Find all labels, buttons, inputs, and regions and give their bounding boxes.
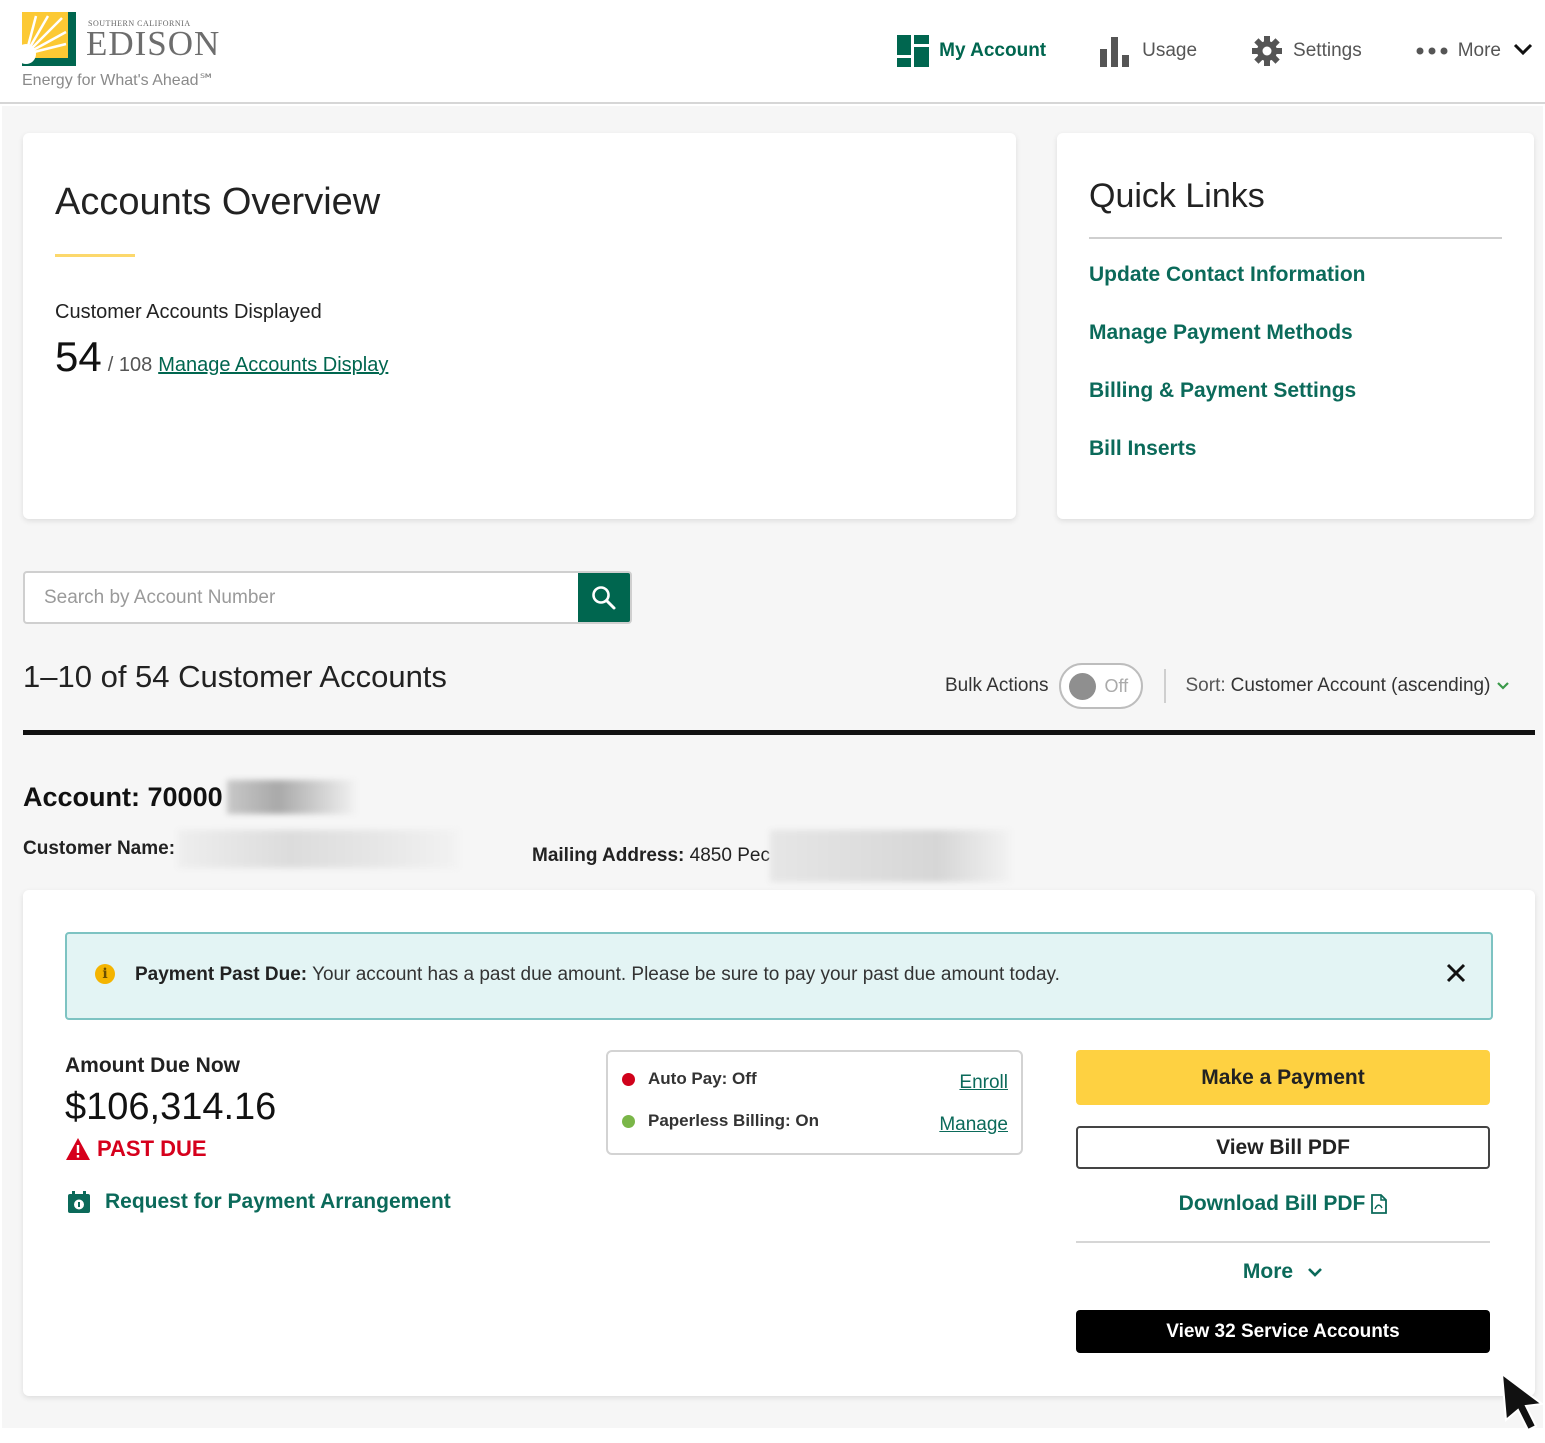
main-content: Accounts Overview Customer Accounts Disp… bbox=[2, 106, 1543, 1428]
mouse-cursor-icon bbox=[1500, 1372, 1545, 1432]
redacted-mailing-address bbox=[769, 830, 1010, 882]
nav-label: Usage bbox=[1142, 40, 1198, 61]
payment-arrangement-label: Request for Payment Arrangement bbox=[105, 1190, 451, 1213]
accounts-displayed-count: 54 bbox=[55, 333, 102, 380]
page-title: Accounts Overview bbox=[55, 181, 381, 223]
alert-message: Your account has a past due amount. Plea… bbox=[312, 964, 1060, 985]
accounts-displayed-row: 54 / 108 Manage Accounts Display bbox=[55, 333, 388, 381]
accounts-total: / 108 bbox=[107, 354, 153, 376]
logo-tagline: Energy for What's Ahead℠ bbox=[22, 72, 215, 89]
close-icon bbox=[1446, 963, 1466, 983]
paperless-status: Paperless Billing: On bbox=[622, 1111, 819, 1131]
quick-links-list: Update Contact Information Manage Paymen… bbox=[1089, 263, 1366, 495]
autopay-label: Auto Pay: Off bbox=[648, 1069, 757, 1088]
manage-accounts-display-link[interactable]: Manage Accounts Display bbox=[158, 354, 388, 377]
customer-name-row: Customer Name: bbox=[23, 830, 459, 868]
account-status-box: Auto Pay: Off Enroll Paperless Billing: … bbox=[606, 1050, 1023, 1155]
info-icon: i bbox=[95, 964, 115, 984]
bulk-actions-label: Bulk Actions bbox=[945, 675, 1049, 696]
customer-name-label: Customer Name: bbox=[23, 838, 176, 859]
accounts-displayed-label: Customer Accounts Displayed bbox=[55, 301, 322, 323]
view-bill-pdf-button[interactable]: View Bill PDF bbox=[1076, 1126, 1490, 1169]
sort-value: Customer Account (ascending) bbox=[1230, 675, 1491, 696]
payment-arrangement-link[interactable]: Request for Payment Arrangement bbox=[67, 1190, 451, 1214]
quick-link-update-contact[interactable]: Update Contact Information bbox=[1089, 263, 1366, 287]
sort-label: Sort: bbox=[1185, 675, 1226, 696]
bar-chart-icon bbox=[1100, 35, 1132, 67]
account-search bbox=[23, 571, 632, 624]
actions-divider bbox=[1076, 1241, 1490, 1243]
pdf-file-icon bbox=[1371, 1194, 1388, 1214]
make-payment-button[interactable]: Make a Payment bbox=[1076, 1050, 1490, 1105]
more-actions-toggle[interactable]: More bbox=[1076, 1260, 1490, 1284]
more-label: More bbox=[1242, 1260, 1294, 1283]
accounts-overview-card: Accounts Overview Customer Accounts Disp… bbox=[23, 133, 1016, 519]
title-accent-rule bbox=[55, 254, 135, 257]
quick-link-manage-payment-methods[interactable]: Manage Payment Methods bbox=[1089, 321, 1366, 345]
chevron-down-icon bbox=[1496, 675, 1510, 697]
quick-link-bill-inserts[interactable]: Bill Inserts bbox=[1089, 437, 1366, 461]
alert-title: Payment Past Due: bbox=[135, 964, 308, 985]
dashboard-icon bbox=[897, 35, 930, 67]
nav-my-account[interactable]: My Account bbox=[897, 35, 1046, 67]
bulk-actions-toggle[interactable]: Off bbox=[1058, 663, 1143, 709]
account-search-input[interactable] bbox=[25, 573, 580, 622]
account-card: i Payment Past Due: Your account has a p… bbox=[23, 890, 1535, 1396]
account-number: 70000 bbox=[147, 781, 223, 812]
account-number-heading: Account: 70000 bbox=[23, 780, 355, 814]
gear-icon bbox=[1251, 35, 1283, 67]
mailing-address-value: 4850 Pec bbox=[689, 845, 770, 866]
paperless-manage-link[interactable]: Manage bbox=[939, 1114, 1008, 1136]
nav-more[interactable]: More bbox=[1416, 40, 1533, 62]
search-icon bbox=[592, 585, 616, 609]
nav-label: My Account bbox=[939, 40, 1047, 61]
search-button[interactable] bbox=[578, 573, 630, 622]
controls-divider bbox=[1163, 669, 1166, 703]
amount-due-value: $106,314.16 bbox=[65, 1086, 277, 1128]
past-due-label: PAST DUE bbox=[97, 1136, 207, 1161]
paperless-on-indicator bbox=[622, 1114, 635, 1128]
list-controls: Bulk Actions Off Sort: Customer Account … bbox=[945, 663, 1510, 709]
past-due-status: PAST DUE bbox=[65, 1136, 207, 1162]
alert-close-button[interactable] bbox=[1445, 962, 1467, 989]
warning-icon bbox=[66, 1138, 90, 1160]
nav-usage[interactable]: Usage bbox=[1100, 35, 1197, 67]
toggle-state-label: Off bbox=[1104, 676, 1129, 696]
calendar-icon bbox=[68, 1191, 90, 1213]
main-nav: My Account Usage Settings More bbox=[843, 30, 1533, 72]
logo-brand-text: EDISON bbox=[86, 24, 221, 63]
sce-logo[interactable]: SOUTHERN CALIFORNIA EDISON Energy for Wh… bbox=[22, 12, 232, 92]
download-bill-pdf-link[interactable]: Download Bill PDF bbox=[1076, 1192, 1490, 1216]
sort-dropdown[interactable]: Sort: Customer Account (ascending) bbox=[1186, 675, 1511, 697]
toggle-knob bbox=[1068, 673, 1096, 700]
mailing-address-label: Mailing Address: bbox=[532, 845, 685, 866]
alert-text: Payment Past Due: Your account has a pas… bbox=[135, 964, 1060, 986]
chevron-down-icon bbox=[1513, 40, 1533, 62]
quick-links-card: Quick Links Update Contact Information M… bbox=[1057, 133, 1534, 519]
nav-settings[interactable]: Settings bbox=[1251, 35, 1362, 67]
past-due-alert: i Payment Past Due: Your account has a p… bbox=[65, 932, 1493, 1020]
autopay-status: Auto Pay: Off bbox=[622, 1069, 757, 1089]
autopay-enroll-link[interactable]: Enroll bbox=[959, 1072, 1008, 1094]
sun-logo-icon bbox=[22, 12, 76, 66]
view-service-accounts-button[interactable]: View 32 Service Accounts bbox=[1076, 1310, 1490, 1353]
more-dots-icon bbox=[1416, 46, 1448, 56]
amount-due-label: Amount Due Now bbox=[65, 1054, 240, 1077]
account-number-label: Account: bbox=[23, 781, 140, 812]
quick-links-divider bbox=[1089, 237, 1502, 239]
autopay-off-indicator bbox=[622, 1072, 635, 1086]
quick-links-title: Quick Links bbox=[1089, 177, 1265, 215]
quick-link-billing-payment-settings[interactable]: Billing & Payment Settings bbox=[1089, 379, 1366, 403]
redacted-account-number bbox=[226, 780, 355, 814]
paperless-label: Paperless Billing: On bbox=[648, 1111, 819, 1130]
site-header: SOUTHERN CALIFORNIA EDISON Energy for Wh… bbox=[0, 0, 1545, 104]
results-count-heading: 1–10 of 54 Customer Accounts bbox=[23, 659, 447, 694]
nav-label: More bbox=[1457, 40, 1501, 61]
chevron-down-icon bbox=[1308, 1268, 1323, 1277]
redacted-customer-name bbox=[178, 830, 459, 868]
nav-label: Settings bbox=[1293, 40, 1362, 61]
section-divider bbox=[23, 730, 1535, 735]
mailing-address-row: Mailing Address: 4850 Pec bbox=[532, 830, 1010, 882]
download-bill-label: Download Bill PDF bbox=[1178, 1192, 1366, 1215]
